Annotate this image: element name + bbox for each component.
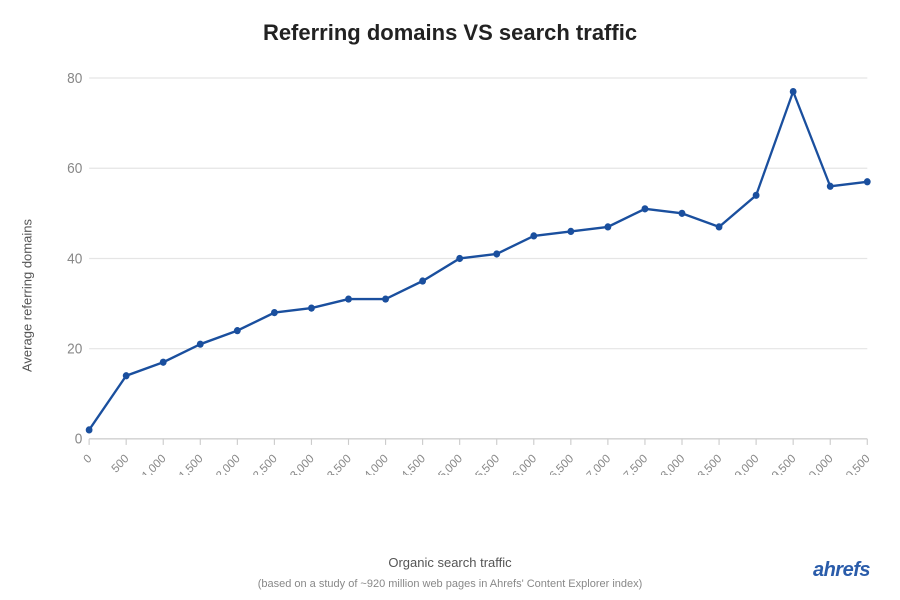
svg-text:3,500: 3,500	[325, 452, 354, 475]
svg-text:20: 20	[67, 340, 82, 356]
svg-text:2,000: 2,000	[214, 452, 243, 475]
svg-text:8,000: 8,000	[658, 452, 687, 475]
svg-text:4,500: 4,500	[399, 452, 428, 475]
svg-text:60: 60	[67, 160, 82, 176]
svg-text:7,000: 7,000	[584, 452, 613, 475]
chart-inner: 0 20 40 60 80 0 500 1,000 1,500 2,000 2,500 3,000 3,…	[38, 66, 890, 525]
footnote: (based on a study of ~920 million web pa…	[258, 578, 643, 590]
svg-text:10,500: 10,500	[839, 452, 873, 475]
ahrefs-brand: ahrefs	[813, 559, 870, 582]
svg-text:5,000: 5,000	[436, 452, 465, 475]
svg-text:10,000: 10,000	[802, 452, 836, 475]
svg-text:3,000: 3,000	[288, 452, 317, 475]
svg-text:2,500: 2,500	[251, 452, 280, 475]
svg-text:4,000: 4,000	[362, 452, 391, 475]
chart-title: Referring domains VS search traffic	[263, 20, 637, 46]
chart-svg: 0 20 40 60 80 0 500 1,000 1,500 2,000 2,500 3,000 3,…	[38, 66, 890, 475]
svg-text:6,000: 6,000	[510, 452, 539, 475]
svg-text:9,000: 9,000	[732, 452, 761, 475]
chart-container: Referring domains VS search traffic Aver…	[0, 0, 900, 600]
svg-text:500: 500	[109, 452, 132, 475]
svg-text:6,500: 6,500	[547, 452, 576, 475]
svg-text:9,500: 9,500	[769, 452, 798, 475]
svg-text:5,500: 5,500	[473, 452, 502, 475]
svg-text:8,500: 8,500	[695, 452, 724, 475]
svg-text:7,500: 7,500	[621, 452, 650, 475]
svg-text:1,500: 1,500	[177, 452, 206, 475]
svg-text:0: 0	[75, 430, 83, 446]
svg-text:40: 40	[67, 250, 82, 266]
x-axis-title: Organic search traffic	[388, 555, 511, 570]
y-axis-label: Average referring domains	[10, 66, 38, 525]
chart-area: Average referring domains 0 20 40 60 80 0 500 1…	[10, 66, 890, 525]
chart-svg-area: 0 20 40 60 80 0 500 1,000 1,500 2,000 2,500 3,000 3,…	[38, 66, 890, 475]
svg-text:1,000: 1,000	[139, 452, 168, 475]
svg-text:80: 80	[67, 69, 82, 85]
svg-text:0: 0	[81, 452, 95, 467]
